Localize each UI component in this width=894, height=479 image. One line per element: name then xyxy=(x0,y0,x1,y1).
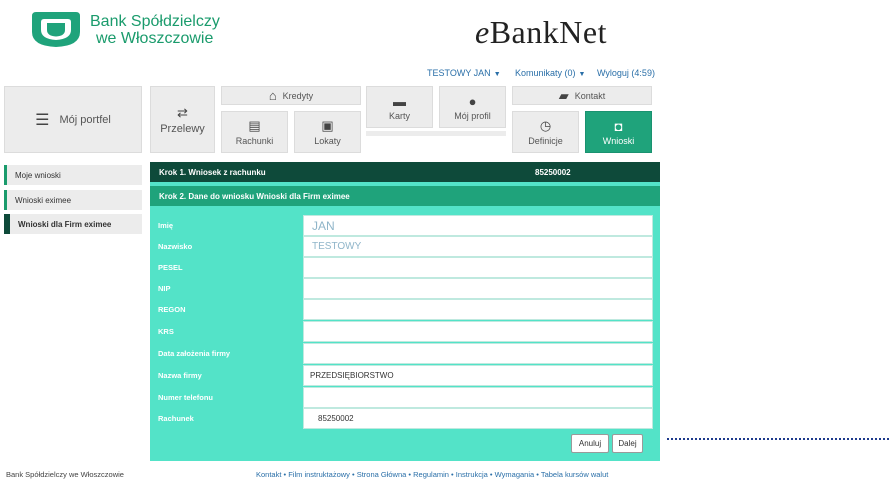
field-label: NIP xyxy=(158,284,171,293)
field-row-data-zalozenia: Data założenia firmy xyxy=(150,343,660,364)
field-row-pesel: PESEL xyxy=(150,257,660,278)
chat-icon: ▰ xyxy=(558,87,569,103)
field-label: Rachunek xyxy=(158,414,194,423)
footer-bank-name: Bank Spółdzielczy we Włoszczowie xyxy=(6,470,124,479)
nav-profil[interactable]: ● Mój profil xyxy=(439,86,506,128)
next-button[interactable]: Dalej xyxy=(612,434,643,453)
last-name-field[interactable]: TESTOWY xyxy=(303,236,653,257)
sidebar-item-wnioski-eximee[interactable]: Wnioski eximee xyxy=(4,190,142,210)
step1-account-number: 85250002 xyxy=(535,167,571,177)
field-label: REGON xyxy=(158,305,186,314)
nav-karty[interactable]: ▬ Karty xyxy=(366,86,433,128)
messages-menu[interactable]: Komunikaty (0) ▼ xyxy=(515,68,585,78)
krs-field[interactable] xyxy=(303,321,653,342)
user-menu[interactable]: TESTOWY JAN ▼ xyxy=(427,68,501,78)
field-label: Data założenia firmy xyxy=(158,349,231,358)
nav-wnioski[interactable]: ◘ Wnioski xyxy=(585,111,652,153)
user-icon: ● xyxy=(468,93,477,109)
cancel-button[interactable]: Anuluj xyxy=(571,434,609,453)
nip-field[interactable] xyxy=(303,278,653,299)
nav-lokaty[interactable]: ▣ Lokaty xyxy=(294,111,361,153)
nav-portfel[interactable]: ☰ Mój portfel xyxy=(4,86,142,153)
account-field[interactable]: 85250002 xyxy=(303,408,653,429)
nav-definicje[interactable]: ◷ Definicje xyxy=(512,111,579,153)
phone-field[interactable] xyxy=(303,387,653,408)
regon-field[interactable] xyxy=(303,299,653,320)
field-row-rachunek: Rachunek 85250002 xyxy=(150,408,660,429)
bank-logo xyxy=(32,12,80,47)
clock-icon: ◷ xyxy=(539,118,552,133)
home-icon: ⌂ xyxy=(268,88,277,103)
field-row-regon: REGON xyxy=(150,299,660,320)
field-label: KRS xyxy=(158,327,174,336)
nav-kontakt[interactable]: ▰ Kontakt xyxy=(512,86,652,105)
sidebar-item-moje-wnioski[interactable]: Moje wnioski xyxy=(4,165,142,185)
nav-kredyty[interactable]: ⌂ Kredyty xyxy=(221,86,361,105)
field-label: Nazwisko xyxy=(158,242,193,251)
document-icon: ▤ xyxy=(248,118,261,133)
logout-link[interactable]: Wyloguj (4:59) xyxy=(597,68,655,78)
field-row-imie: Imię JAN xyxy=(150,215,660,236)
company-name-field[interactable]: PRZEDSIĘBIORSTWO xyxy=(303,365,653,386)
field-row-krs: KRS xyxy=(150,321,660,342)
pesel-field[interactable] xyxy=(303,257,653,278)
field-row-nazwa-firmy: Nazwa firmy PRZEDSIĘBIORSTWO xyxy=(150,365,660,386)
sidebar-item-wnioski-dla-firm[interactable]: Wnioski dla Firm eximee xyxy=(4,214,142,234)
field-row-nazwisko: Nazwisko TESTOWY xyxy=(150,236,660,257)
bank-name: Bank Spółdzielczy we Włoszczowie xyxy=(90,13,220,47)
field-label: Imię xyxy=(158,221,174,230)
dotted-pointer-line xyxy=(667,438,889,440)
field-row-telefon: Numer telefonu xyxy=(150,387,660,408)
nav-przelewy[interactable]: ⇄ Przelewy xyxy=(150,86,215,153)
founding-date-field[interactable] xyxy=(303,343,653,364)
field-row-nip: NIP xyxy=(150,278,660,299)
field-label: PESEL xyxy=(158,263,183,272)
nav-rachunki[interactable]: ▤ Rachunki xyxy=(221,111,288,153)
briefcase-icon: ▣ xyxy=(321,118,334,133)
app-logo: eBankNet xyxy=(475,14,607,50)
inbox-icon: ◘ xyxy=(614,118,623,134)
field-label: Nazwa firmy xyxy=(158,371,202,380)
card-icon: ▬ xyxy=(393,93,406,109)
chevron-down-icon: ▼ xyxy=(578,71,586,78)
transfer-icon: ⇄ xyxy=(177,104,188,120)
first-name-field[interactable]: JAN xyxy=(303,215,653,236)
step1-header: Krok 1. Wniosek z rachunku 85250002 xyxy=(150,162,660,182)
footer-links[interactable]: Kontakt • Film instruktażowy • Strona Gł… xyxy=(256,470,608,479)
nav-separator xyxy=(366,131,506,136)
step2-header: Krok 2. Dane do wniosku Wnioski dla Firm… xyxy=(150,186,660,206)
list-icon: ☰ xyxy=(35,111,50,129)
field-label: Numer telefonu xyxy=(158,393,214,402)
chevron-down-icon: ▼ xyxy=(493,71,501,78)
